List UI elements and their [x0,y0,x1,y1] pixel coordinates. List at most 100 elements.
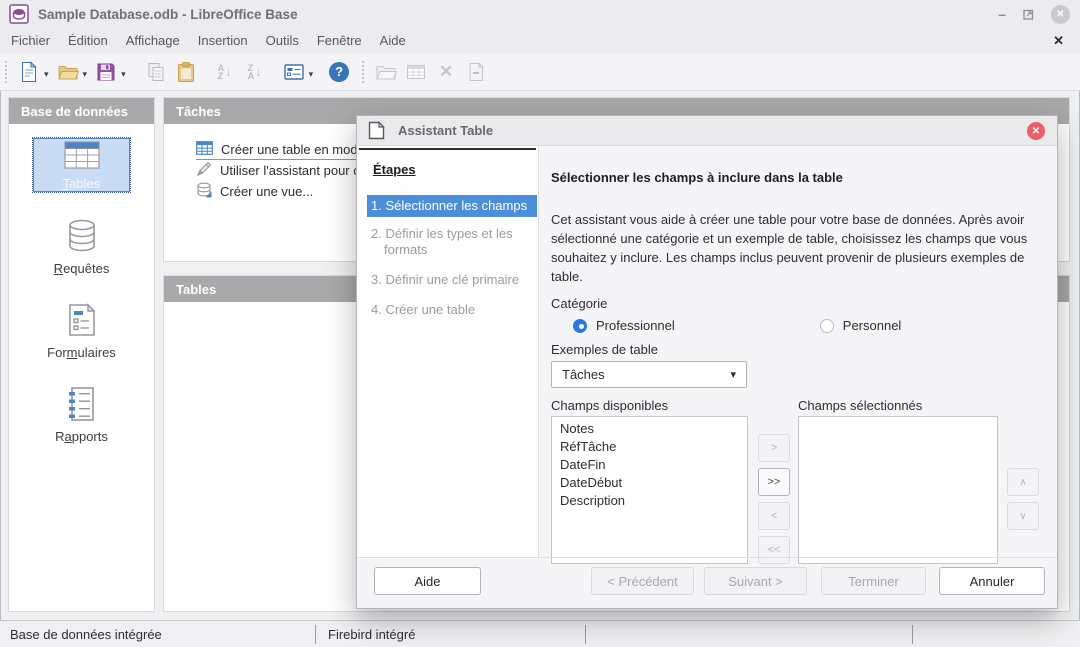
dialog-document-icon [367,121,386,140]
list-item[interactable]: Notes [552,420,747,438]
task-label: Créer une table en mode [221,142,365,157]
list-item[interactable]: RéfTâche [552,438,747,456]
menu-affichage[interactable]: Affichage [117,33,189,48]
radio-personnel[interactable] [820,319,834,333]
save-icon[interactable] [94,59,118,85]
menu-edition[interactable]: Édition [59,33,117,48]
new-document-dropdown-icon[interactable]: ▾ [44,69,49,80]
task-create-table-design[interactable]: Créer une table en mode [196,139,371,160]
open-file-dropdown-icon[interactable]: ▾ [83,69,88,80]
sidebar-item-label: Formulaires [47,345,116,360]
wizard-steps-pane: Étapes 1. Sélectionner les champs 2. Déf… [357,146,539,559]
sidebar-item-label: Rapports [55,429,108,444]
sidebar-title: Base de données [21,104,128,119]
status-database-type: Base de données intégrée [10,627,162,642]
dialog-close-icon[interactable]: ✕ [1027,122,1045,140]
menu-insertion[interactable]: Insertion [189,33,257,48]
copy-icon [144,59,168,85]
form-view-dropdown-icon[interactable]: ▾ [309,69,314,80]
previous-button: < Précédent [591,567,694,595]
selected-fields-list[interactable] [798,416,998,564]
toolbar-grip[interactable] [362,61,366,83]
tasks-title: Tâches [176,104,221,119]
table-examples-select[interactable]: Tâches ▾ [551,361,747,388]
radio-professionnel-label[interactable]: Professionnel [596,318,675,333]
app-window: Sample Database.odb - LibreOffice Base –… [0,0,1080,647]
radio-professionnel[interactable] [573,319,587,333]
dialog-button-bar: Aide < Précédent Suivant > Terminer Annu… [357,557,1057,608]
statusbar: Base de données intégrée Firebird intégr… [0,620,1080,647]
table-wizard-dialog: Assistant Table ✕ Étapes 1. Sélectionner… [356,115,1058,609]
paste-icon[interactable] [174,59,198,85]
rename-object-icon [464,59,488,85]
new-document-icon[interactable] [17,59,41,85]
wizard-pencil-icon [196,161,212,180]
list-item[interactable]: Description [552,492,747,510]
reports-icon [63,386,99,425]
available-fields-label: Champs disponibles [551,398,668,413]
finish-button: Terminer [821,567,926,595]
tables-panel-title: Tables [176,282,216,297]
view-icon [196,182,212,201]
table-examples-label: Exemples de table [551,342,658,357]
menu-fichier[interactable]: Fichier [2,33,59,48]
wizard-step-4[interactable]: 4. Créer une table [367,299,537,321]
database-sidebar: Base de données Tables Requêtes Formulai… [8,97,155,612]
wizard-step-3[interactable]: 3. Définir une clé primaire [367,269,537,291]
sidebar-item-tables[interactable]: Tables [33,138,130,192]
wizard-step-1[interactable]: 1. Sélectionner les champs [367,195,537,217]
table-examples-value: Tâches [562,367,605,382]
menu-outils[interactable]: Outils [257,33,308,48]
close-button[interactable]: ✕ [1051,5,1070,24]
sidebar-item-label: Tables [63,176,101,191]
cancel-button[interactable]: Annuler [939,567,1045,595]
menu-fenetre[interactable]: Fenêtre [308,33,371,48]
close-document-icon[interactable]: ✕ [1053,33,1064,49]
move-left-button: < [758,502,790,530]
status-engine: Firebird intégré [328,627,415,642]
save-dropdown-icon[interactable]: ▾ [121,69,126,80]
titlebar: Sample Database.odb - LibreOffice Base –… [0,0,1080,28]
list-item[interactable]: DateDébut [552,474,747,492]
window-title: Sample Database.odb - LibreOffice Base [38,7,298,22]
wizard-description: Cet assistant vous aide à créer une tabl… [551,210,1059,286]
sidebar-item-requetes[interactable]: Requêtes [54,218,110,276]
sidebar-item-formulaires[interactable]: Formulaires [47,302,116,360]
next-button: Suivant > [704,567,807,595]
menubar: Fichier Édition Affichage Insertion Outi… [0,28,1080,53]
dialog-titlebar[interactable]: Assistant Table ✕ [357,116,1057,146]
wizard-step-2[interactable]: 2. Définir les types et les formats [367,223,537,261]
edit-table-icon [404,59,428,85]
status-divider [912,625,913,644]
steps-heading: Étapes [373,162,538,177]
forms-icon [63,302,99,341]
sidebar-item-rapports[interactable]: Rapports [55,386,108,444]
help-icon[interactable]: ? [327,59,351,85]
selected-fields-label: Champs sélectionnés [798,398,922,413]
form-view-icon[interactable] [282,59,306,85]
status-divider [585,625,586,644]
queries-icon [62,218,102,257]
help-button[interactable]: Aide [374,567,481,595]
menu-aide[interactable]: Aide [371,33,415,48]
move-up-button: ∧ [1007,468,1039,496]
list-item[interactable]: DateFin [552,456,747,474]
tables-icon [62,140,102,173]
sidebar-item-label: Requêtes [54,261,110,276]
restore-button[interactable] [1022,8,1035,21]
delete-icon: ✕ [434,59,458,85]
open-file-icon[interactable] [56,59,80,85]
toolbar-grip[interactable] [5,61,9,83]
radio-personnel-label[interactable]: Personnel [843,318,902,333]
page-title: Sélectionner les champs à inclure dans l… [551,170,843,185]
move-right-button: > [758,434,790,462]
libreoffice-base-app-icon [9,4,29,24]
sort-ascending-icon: AZ ↓ [213,59,237,85]
minimize-button[interactable]: – [998,6,1006,22]
status-divider [315,625,316,644]
sidebar-header: Base de données [9,98,154,124]
available-fields-list[interactable]: Notes RéfTâche DateFin DateDébut Descrip… [551,416,748,564]
move-all-right-button[interactable]: >> [758,468,790,496]
category-label: Catégorie [551,296,607,311]
open-database-object-icon [374,59,398,85]
